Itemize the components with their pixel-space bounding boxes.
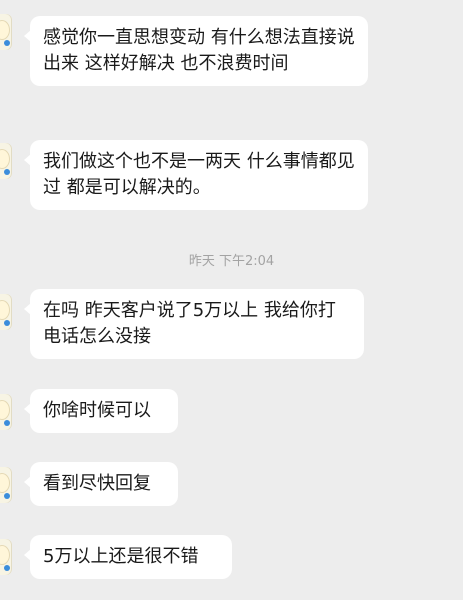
message-bubble[interactable]: 在吗 昨天客户说了5万以上 我给你打电话怎么没接 [24, 289, 364, 359]
message-text: 5万以上还是很不错 [43, 546, 199, 567]
user-avatar-icon[interactable] [0, 394, 12, 430]
message-text: 看到尽快回复 [43, 473, 151, 494]
user-avatar-icon[interactable] [0, 467, 12, 503]
message-bubble[interactable]: 看到尽快回复 [24, 462, 178, 506]
message-text: 你啥时候可以 [43, 400, 151, 421]
timestamp-separator: 昨天 下午2:04 [188, 254, 275, 269]
user-avatar-icon[interactable] [0, 539, 12, 575]
message-bubble[interactable]: 我们做这个也不是一两天 什么事情都见过 都是可以解决的。 [24, 140, 368, 210]
message-bubble[interactable]: 感觉你一直思想变动 有什么想法直接说出来 这样好解决 也不浪费时间 [24, 16, 368, 86]
user-avatar-icon[interactable] [0, 143, 12, 179]
message-text: 感觉你一直思想变动 有什么想法直接说出来 这样好解决 也不浪费时间 [43, 27, 355, 74]
user-avatar-icon[interactable] [0, 294, 12, 330]
message-bubble[interactable]: 你啥时候可以 [24, 389, 178, 433]
message-text: 在吗 昨天客户说了5万以上 我给你打电话怎么没接 [43, 300, 336, 347]
message-bubble[interactable]: 5万以上还是很不错 [24, 535, 232, 579]
chat-message-list[interactable]: 感觉你一直思想变动 有什么想法直接说出来 这样好解决 也不浪费时间 我们做这个也… [0, 0, 463, 600]
user-avatar-icon[interactable] [0, 14, 12, 50]
message-text: 我们做这个也不是一两天 什么事情都见过 都是可以解决的。 [43, 151, 355, 198]
